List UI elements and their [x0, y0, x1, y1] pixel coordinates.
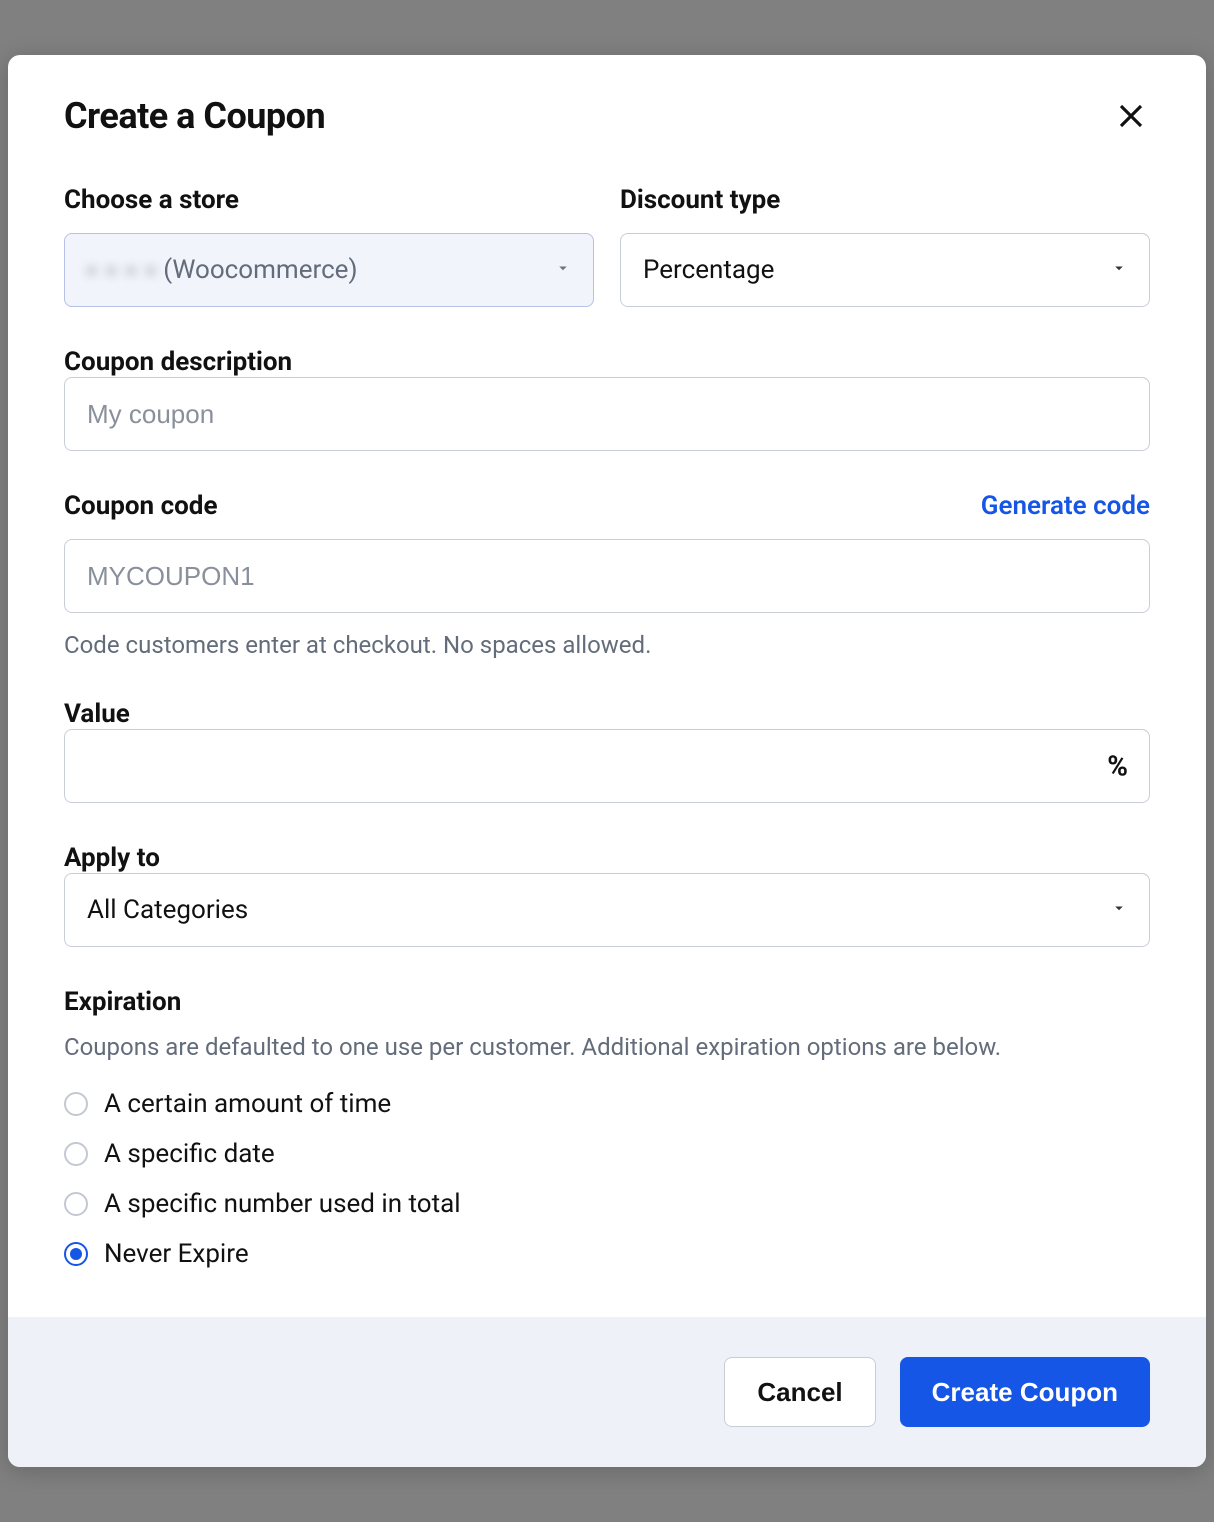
- code-input[interactable]: [64, 539, 1150, 613]
- radio-label: Never Expire: [104, 1239, 249, 1269]
- apply-to-select[interactable]: All Categories: [64, 873, 1150, 947]
- value-label: Value: [64, 699, 130, 729]
- store-suffix: (Woocommerce): [163, 255, 357, 285]
- discount-type-value: Percentage: [643, 255, 774, 285]
- store-select[interactable]: ▪ ▪ ▪ ▪ (Woocommerce): [64, 233, 594, 307]
- radio-icon: [64, 1092, 88, 1116]
- radio-icon: [64, 1192, 88, 1216]
- expiration-radio-item[interactable]: A specific date: [64, 1139, 1150, 1169]
- modal-footer: Cancel Create Coupon: [8, 1317, 1206, 1467]
- expiration-radio-item[interactable]: A specific number used in total: [64, 1189, 1150, 1219]
- apply-to-label: Apply to: [64, 843, 160, 873]
- create-coupon-modal: Create a Coupon Choose a store ▪ ▪ ▪ ▪ (…: [8, 55, 1206, 1467]
- discount-type-label: Discount type: [620, 185, 1150, 215]
- expiration-radio-item[interactable]: A certain amount of time: [64, 1089, 1150, 1119]
- expiration-radio-group: A certain amount of time A specific date A…: [64, 1089, 1150, 1269]
- radio-icon: [64, 1142, 88, 1166]
- description-field: Coupon description: [64, 347, 1150, 451]
- radio-label: A specific date: [104, 1139, 275, 1169]
- store-field: Choose a store ▪ ▪ ▪ ▪ (Woocommerce): [64, 185, 594, 307]
- code-label: Coupon code: [64, 491, 218, 521]
- modal-body: Create a Coupon Choose a store ▪ ▪ ▪ ▪ (…: [8, 55, 1206, 1317]
- expiration-section: Expiration Coupons are defaulted to one …: [64, 987, 1150, 1269]
- modal-header: Create a Coupon: [64, 95, 1150, 137]
- discount-type-field: Discount type Percentage: [620, 185, 1150, 307]
- description-input[interactable]: [64, 377, 1150, 451]
- expiration-radio-item[interactable]: Never Expire: [64, 1239, 1150, 1269]
- discount-type-select[interactable]: Percentage: [620, 233, 1150, 307]
- value-field: Value %: [64, 699, 1150, 803]
- code-field: Coupon code Generate code Code customers…: [64, 491, 1150, 659]
- value-input[interactable]: [64, 729, 1150, 803]
- close-button[interactable]: [1112, 97, 1150, 135]
- radio-icon: [64, 1242, 88, 1266]
- apply-to-field: Apply to All Categories: [64, 843, 1150, 947]
- apply-to-value: All Categories: [87, 895, 248, 925]
- description-label: Coupon description: [64, 347, 292, 377]
- radio-label: A specific number used in total: [104, 1189, 461, 1219]
- cancel-button[interactable]: Cancel: [724, 1357, 875, 1427]
- create-coupon-button[interactable]: Create Coupon: [900, 1357, 1150, 1427]
- expiration-desc: Coupons are defaulted to one use per cus…: [64, 1033, 1150, 1061]
- close-icon: [1116, 101, 1146, 131]
- modal-title: Create a Coupon: [64, 95, 325, 137]
- store-name-redacted: ▪ ▪ ▪ ▪: [87, 255, 157, 286]
- store-label: Choose a store: [64, 185, 594, 215]
- code-helper: Code customers enter at checkout. No spa…: [64, 631, 1150, 659]
- radio-label: A certain amount of time: [104, 1089, 391, 1119]
- expiration-label: Expiration: [64, 987, 1150, 1017]
- generate-code-link[interactable]: Generate code: [981, 491, 1150, 521]
